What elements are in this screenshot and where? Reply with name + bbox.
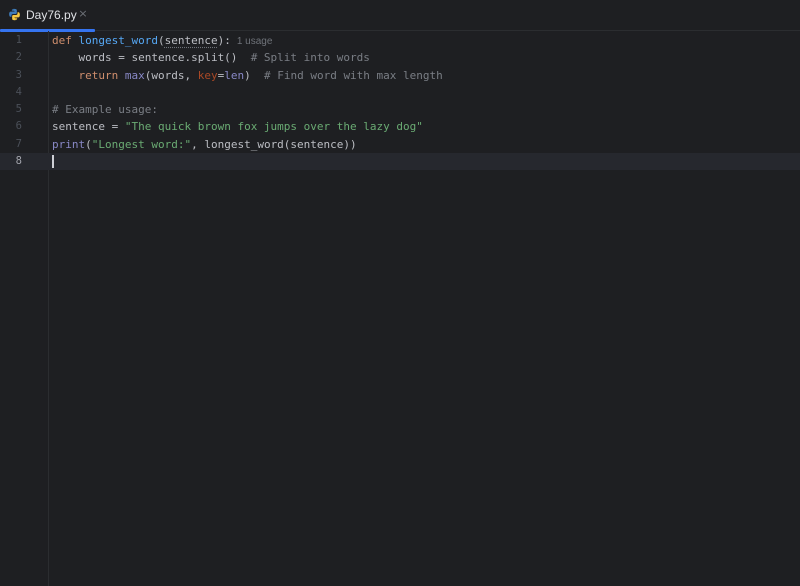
code-line[interactable]: 8 [0, 153, 800, 171]
code-token: longest_word [78, 34, 158, 47]
code-line[interactable]: 6 sentence = "The quick brown fox jumps o… [0, 118, 800, 135]
line-number: 6 [15, 120, 22, 133]
code-token: def [52, 34, 79, 47]
code-token: print [52, 137, 86, 151]
code-text[interactable]: print("Longest word:", longest_word(sent… [52, 136, 357, 153]
code-token: # Example usage: [52, 103, 158, 117]
line-number: 3 [15, 68, 22, 81]
code-token: "Longest word:" [91, 137, 192, 151]
code-token: return [78, 68, 125, 82]
code-text[interactable]: return max(words, key=len) # Find word w… [52, 67, 443, 84]
code-line[interactable]: 2 words = sentence.split() # Split into … [0, 49, 800, 66]
tab-day76-py[interactable]: Day76.py × [0, 0, 95, 32]
line-number: 7 [15, 137, 22, 150]
code-token: max [124, 68, 145, 82]
code-editor[interactable]: 1 def longest_word(sentence): 1 usage 2 wor… [0, 32, 800, 171]
code-token: sentence = [52, 120, 125, 134]
code-token: ): [217, 34, 231, 47]
code-token: key [197, 68, 218, 82]
code-text[interactable]: sentence = "The quick brown fox jumps ov… [52, 118, 423, 135]
code-token: ( [85, 137, 92, 151]
close-icon[interactable]: × [77, 7, 89, 21]
code-token: ) [244, 68, 264, 82]
code-line[interactable]: 5 # Example usage: [0, 101, 800, 118]
code-text[interactable]: def longest_word(sentence): 1 usage [52, 32, 272, 50]
code-token: # Split into words [250, 51, 370, 65]
code-token: len [224, 68, 245, 82]
line-number: 8 [15, 155, 22, 168]
editor-tab-bar: Day76.py × [0, 0, 800, 32]
line-number: 5 [15, 103, 22, 116]
code-token: , longest_word(sentence)) [191, 137, 357, 151]
code-token: sentence [164, 34, 218, 47]
code-token: # Find word with max length [263, 68, 443, 82]
line-number: 4 [15, 85, 22, 98]
code-token: (words, [144, 68, 198, 82]
python-file-icon [9, 8, 20, 21]
code-token: "The quick brown fox jumps over the lazy… [124, 120, 423, 134]
code-text[interactable]: words = sentence.split() # Split into wo… [52, 49, 370, 66]
code-token: words = sentence.split() [52, 51, 251, 65]
line-number: 2 [15, 51, 22, 64]
code-line[interactable]: 3 return max(words, key=len) # Find word… [0, 67, 800, 84]
usage-hint[interactable]: 1 usage [237, 36, 273, 47]
code-line[interactable]: 1 def longest_word(sentence): 1 usage [0, 32, 800, 49]
tab-filename: Day76.py [26, 8, 77, 22]
code-line[interactable]: 4 [0, 84, 800, 101]
code-token: ( [157, 34, 165, 47]
code-text[interactable]: # Example usage: [52, 101, 158, 118]
code-line[interactable]: 7 print("Longest word:", longest_word(sen… [0, 136, 800, 153]
line-number: 1 [15, 34, 22, 46]
text-caret [52, 155, 54, 169]
